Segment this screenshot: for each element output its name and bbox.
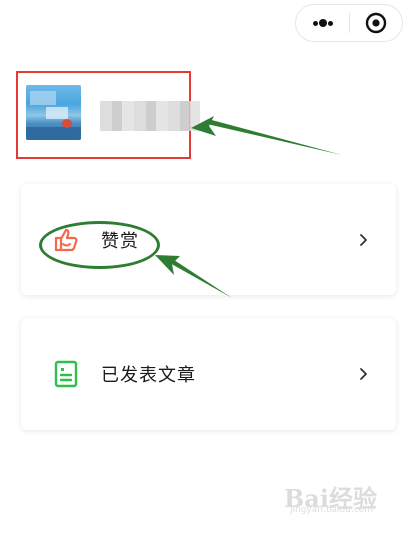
profile-name-blurred [100, 101, 200, 131]
more-dots-icon [313, 21, 318, 26]
target-circle-icon [365, 12, 387, 34]
close-button[interactable] [350, 5, 402, 41]
profile-highlight-box [16, 71, 200, 159]
watermark: Bai经验 jingyan.baidu.com [284, 479, 404, 519]
published-articles-card[interactable]: 已发表文章 [21, 318, 396, 430]
more-dots-icon-center [319, 19, 327, 27]
chevron-right-icon [357, 367, 369, 381]
user-avatar[interactable] [26, 85, 81, 140]
menu-label-published-articles: 已发表文章 [101, 365, 196, 386]
chevron-right-icon [357, 233, 369, 247]
more-dots-icon-right [328, 21, 333, 26]
document-icon [52, 360, 80, 388]
capsule-control [295, 4, 403, 42]
arrow-to-profile [191, 116, 342, 155]
watermark-url: jingyan.baidu.com [290, 505, 374, 515]
menu-row-published-articles[interactable]: 已发表文章 [21, 318, 396, 430]
annotation-ellipse [39, 221, 160, 269]
more-menu-button[interactable] [296, 5, 349, 41]
